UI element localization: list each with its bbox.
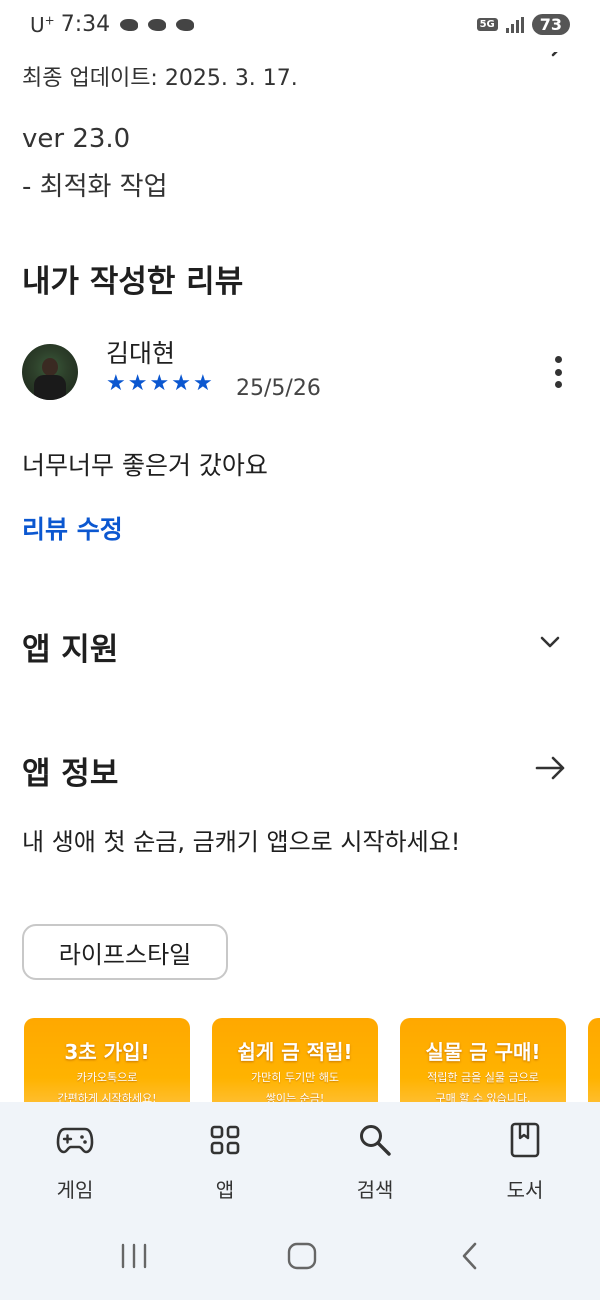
- nav-apps[interactable]: 앱: [170, 1120, 280, 1203]
- reviewer-name: 김대현: [106, 339, 176, 368]
- star-icon: ★: [171, 371, 191, 396]
- version-label: ver 23.0: [22, 124, 131, 154]
- network-badge: 5G: [476, 18, 498, 31]
- nav-books-label: 도서: [506, 1178, 544, 1202]
- last-updated: 최종 업데이트: 2025. 3. 17.: [22, 66, 298, 91]
- change-note: - 최적화 작업: [22, 172, 168, 202]
- screenshot-caption: 카카오톡으로: [76, 1071, 138, 1084]
- system-navigation: [0, 1232, 600, 1282]
- screenshot-headline: 실물 금 구매!: [425, 1040, 541, 1064]
- screenshot-headline: 3초 가입!: [64, 1040, 150, 1064]
- screenshot-card[interactable]: 실물 금 구매! 적립한 금을 실물 금으로 구매 할 수 있습니다.: [400, 1018, 566, 1108]
- screenshot-card[interactable]: [588, 1018, 600, 1108]
- nav-apps-label: 앱: [215, 1178, 235, 1202]
- notification-icon: [120, 18, 139, 31]
- category-chip[interactable]: 라이프스타일: [22, 924, 228, 980]
- book-icon: [505, 1120, 545, 1160]
- home-button[interactable]: [282, 1238, 322, 1274]
- review-text: 너무너무 좋은거 갔아요: [22, 451, 268, 480]
- star-rating: ★ ★ ★ ★ ★: [106, 372, 213, 396]
- status-right: 5G 73: [476, 14, 570, 35]
- screenshot-card[interactable]: 3초 가입! 카카오톡으로 간편하게 시작하세요!: [24, 1018, 190, 1108]
- review-date: 25/5/26: [236, 376, 321, 401]
- arrow-right-icon[interactable]: [534, 752, 566, 784]
- screenshot-card[interactable]: 쉽게 금 적립! 가만히 두기만 해도 쌓이는 순금!: [212, 1018, 378, 1108]
- signal-icon: [505, 16, 524, 33]
- screenshot-caption: 적립한 금을 실물 금으로: [427, 1071, 539, 1084]
- about-app-header[interactable]: 앱 정보: [22, 748, 118, 793]
- screenshot-caption: 가만히 두기만 해도: [251, 1071, 339, 1084]
- recent-apps-button[interactable]: [114, 1238, 154, 1274]
- notification-icon: [148, 18, 167, 31]
- star-icon: ★: [149, 371, 170, 396]
- star-icon: ★: [127, 371, 148, 396]
- more-vert-icon: [554, 356, 562, 363]
- screenshot-carousel[interactable]: 3초 가입! 카카오톡으로 간편하게 시작하세요! 쉽게 금 적립! 가만히 두…: [24, 1018, 600, 1108]
- nav-games-label: 게임: [56, 1178, 94, 1202]
- app-description: 내 생애 첫 순금, 금캐기 앱으로 시작하세요!: [22, 828, 461, 856]
- nav-games[interactable]: 게임: [20, 1120, 130, 1203]
- notification-icon: [176, 18, 195, 31]
- bottom-navigation: 게임 앱 검색 도서: [0, 1102, 600, 1300]
- chevron-down-icon[interactable]: [538, 630, 562, 654]
- battery-icon: 73: [531, 14, 570, 35]
- avatar: [22, 344, 78, 400]
- nav-search-label: 검색: [356, 1178, 394, 1202]
- status-bar: U+ 7:34 5G 73: [0, 0, 600, 52]
- apps-grid-icon: [205, 1120, 245, 1160]
- status-left: U+ 7:34: [30, 12, 195, 37]
- more-options-button[interactable]: [546, 352, 570, 392]
- nav-books[interactable]: 도서: [470, 1120, 580, 1203]
- edit-review-link[interactable]: 리뷰 수정: [22, 510, 123, 546]
- app-support-header[interactable]: 앱 지원: [22, 624, 118, 669]
- carrier-label: U+: [30, 12, 55, 37]
- back-button[interactable]: [450, 1238, 490, 1274]
- star-icon: ★: [192, 371, 213, 396]
- search-icon: [355, 1120, 395, 1160]
- gamepad-icon: [55, 1120, 95, 1160]
- my-review-title: 내가 작성한 리뷰: [22, 264, 244, 300]
- clock: 7:34: [60, 12, 111, 37]
- nav-search[interactable]: 검색: [320, 1120, 430, 1203]
- screenshot-headline: 쉽게 금 적립!: [237, 1040, 353, 1064]
- star-icon: ★: [106, 371, 126, 396]
